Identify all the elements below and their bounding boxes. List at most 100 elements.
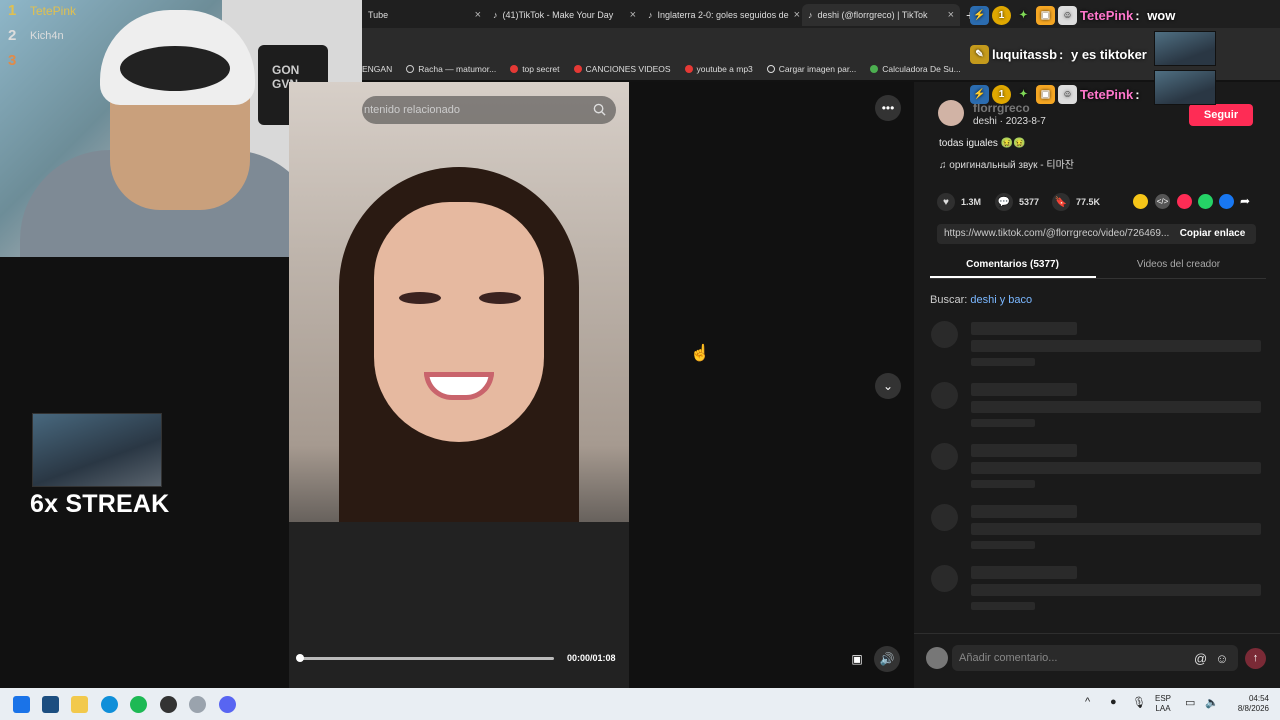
chat-message: ⚡ 1 ✦ ▣ ☺ TetePink:	[970, 85, 1140, 104]
comment-skeleton-line	[971, 322, 1077, 335]
network-icon[interactable]: ▭	[1185, 696, 1195, 709]
close-icon[interactable]: ×	[630, 9, 636, 21]
bookmark-item[interactable]: Racha — matumor...	[406, 64, 496, 74]
like-button[interactable]: ♥ 1.3M	[937, 193, 981, 211]
next-video-button[interactable]: ⌄	[875, 373, 901, 399]
share-arrow-icon[interactable]: ➦	[1240, 194, 1255, 209]
comment-input[interactable]: Añadir comentario...	[952, 645, 1192, 671]
my-avatar	[926, 647, 948, 669]
close-icon[interactable]: ×	[475, 9, 481, 21]
whatsapp-icon[interactable]	[1198, 194, 1213, 209]
sub-badge: 1	[992, 85, 1011, 104]
facebook-icon[interactable]	[1219, 194, 1234, 209]
video-gutter	[629, 82, 914, 688]
creator-avatar[interactable]	[938, 100, 964, 126]
tab-deshi[interactable]: ♪ deshi (@florrgreco) | TikTok ×	[802, 4, 960, 26]
streak-thumbnail	[32, 413, 162, 487]
tray-app-icon[interactable]: ●	[1110, 696, 1117, 708]
language-indicator[interactable]: ESP LAA	[1155, 694, 1171, 714]
emoji-icon[interactable]: ☺	[1215, 651, 1228, 666]
leaderboard-rank: 3	[8, 52, 17, 69]
save-button[interactable]: 🔖 77.5K	[1052, 193, 1100, 211]
bookmark-label: ENGAN	[362, 64, 393, 74]
tab-comments[interactable]: Comentarios (5377)	[930, 259, 1095, 270]
mic-icon[interactable]: 🎙	[1132, 696, 1146, 709]
streak-label: 6x STREAK	[30, 490, 170, 518]
close-icon[interactable]: ×	[948, 9, 954, 21]
tab-active-indicator	[930, 276, 1096, 278]
mention-icon[interactable]: @	[1194, 651, 1207, 666]
post-comment-button[interactable]: ↑	[1245, 648, 1266, 669]
arrow-up-icon: ↑	[1252, 652, 1259, 664]
video-progress-bar[interactable]	[299, 657, 554, 660]
creator-date: deshi · 2023-8-7	[973, 116, 1046, 127]
file-explorer-icon[interactable]	[71, 696, 88, 713]
discord-icon[interactable]	[219, 696, 236, 713]
comment-skeleton-line	[971, 602, 1035, 610]
search-icon[interactable]	[593, 103, 606, 116]
chevron-up-icon[interactable]: ^	[1085, 696, 1090, 708]
bookmark-item[interactable]: CANCIONES VIDEOS	[573, 64, 671, 74]
language-label: ESP	[1155, 694, 1172, 703]
bookmark-item[interactable]: Calculadora De Su...	[870, 64, 961, 74]
mp3-icon	[684, 65, 693, 73]
tab-creator-videos[interactable]: Videos del creador	[1096, 259, 1261, 270]
more-icon: •••	[881, 101, 895, 115]
steam-icon[interactable]	[189, 696, 206, 713]
search-suggestion[interactable]: Buscar: deshi y baco	[930, 294, 1032, 306]
chat-text: y es tiktoker	[1070, 47, 1147, 62]
chat-message: ✎ luquitassb: y es tiktoker	[970, 45, 1147, 64]
sub-badge: 1	[992, 6, 1011, 25]
box-badge-icon: ▣	[1036, 85, 1055, 104]
bookmark-item[interactable]: Cargar imagen par...	[766, 64, 856, 74]
calculator-icon	[870, 65, 879, 73]
copy-link-button[interactable]: Copiar enlace	[1169, 224, 1256, 244]
share-repost-icon[interactable]	[1133, 194, 1148, 209]
video-eye	[479, 292, 521, 304]
search-placeholder: ntenido relacionado	[364, 104, 461, 116]
heart-icon: ♥	[937, 193, 955, 211]
float-player-button[interactable]: ▣	[844, 646, 870, 672]
comment-skeleton-line	[971, 584, 1261, 596]
comment-skeleton-line	[971, 523, 1261, 535]
leaderboard-rank: 2	[8, 27, 17, 44]
comment-skeleton-line	[971, 383, 1077, 396]
related-search-input[interactable]: ntenido relacionado	[362, 96, 616, 124]
chat-username: luquitassb	[992, 47, 1058, 62]
video-player[interactable]	[289, 82, 629, 688]
bookmark-item[interactable]: youtube a mp3	[684, 64, 753, 74]
video-shirt	[289, 522, 629, 688]
bookmark-label: Calculadora De Su...	[882, 64, 961, 74]
volume-button[interactable]: 🔊	[874, 646, 900, 672]
close-icon[interactable]: ×	[794, 9, 800, 21]
bookmark-item[interactable]: top secret	[510, 64, 560, 74]
store-icon[interactable]	[42, 696, 59, 713]
leaderboard-name: TetePink	[30, 4, 77, 18]
comment-skeleton-line	[971, 541, 1035, 549]
tab-youtube[interactable]: Tube ×	[362, 4, 487, 26]
post-sound[interactable]: ♫ оригинальный звук - 티마잔	[939, 156, 1074, 171]
comment-button[interactable]: 💬 5377	[995, 193, 1039, 211]
stream-chat-overlay: ⚡ 1 ✦ ▣ ☺ TetePink: wow ✎ luquitassb: y …	[966, 0, 1280, 110]
search-query-link[interactable]: deshi y baco	[970, 294, 1032, 306]
bookmark-item[interactable]: ENGAN	[362, 64, 392, 74]
post-link-field[interactable]: https://www.tiktok.com/@florrgreco/video…	[937, 224, 1169, 244]
leaderboard-row: 2 Kich4n	[8, 27, 76, 54]
bookmark-label: youtube a mp3	[696, 64, 753, 74]
windows-start-icon[interactable]	[13, 696, 30, 713]
spotify-icon[interactable]	[130, 696, 147, 713]
video-eye	[399, 292, 441, 304]
tab-inglaterra[interactable]: ♪ Inglaterra 2-0: goles seguidos de ×	[642, 4, 802, 26]
embed-code-icon[interactable]: </>	[1155, 194, 1170, 209]
obs-icon[interactable]	[160, 696, 177, 713]
send-friend-icon[interactable]	[1177, 194, 1192, 209]
chat-separator: :	[1135, 8, 1140, 23]
tab-tiktok[interactable]: ♪ (41)TikTok - Make Your Day ×	[487, 4, 642, 26]
more-options-button[interactable]: •••	[875, 95, 901, 121]
edge-icon[interactable]	[101, 696, 118, 713]
video-face	[374, 202, 544, 442]
star-badge-icon: ✦	[1019, 89, 1028, 100]
chat-badge-icon: ⚡	[970, 6, 989, 25]
progress-handle[interactable]	[296, 654, 304, 662]
clock[interactable]: 04:54 8/8/2026	[1217, 694, 1269, 714]
